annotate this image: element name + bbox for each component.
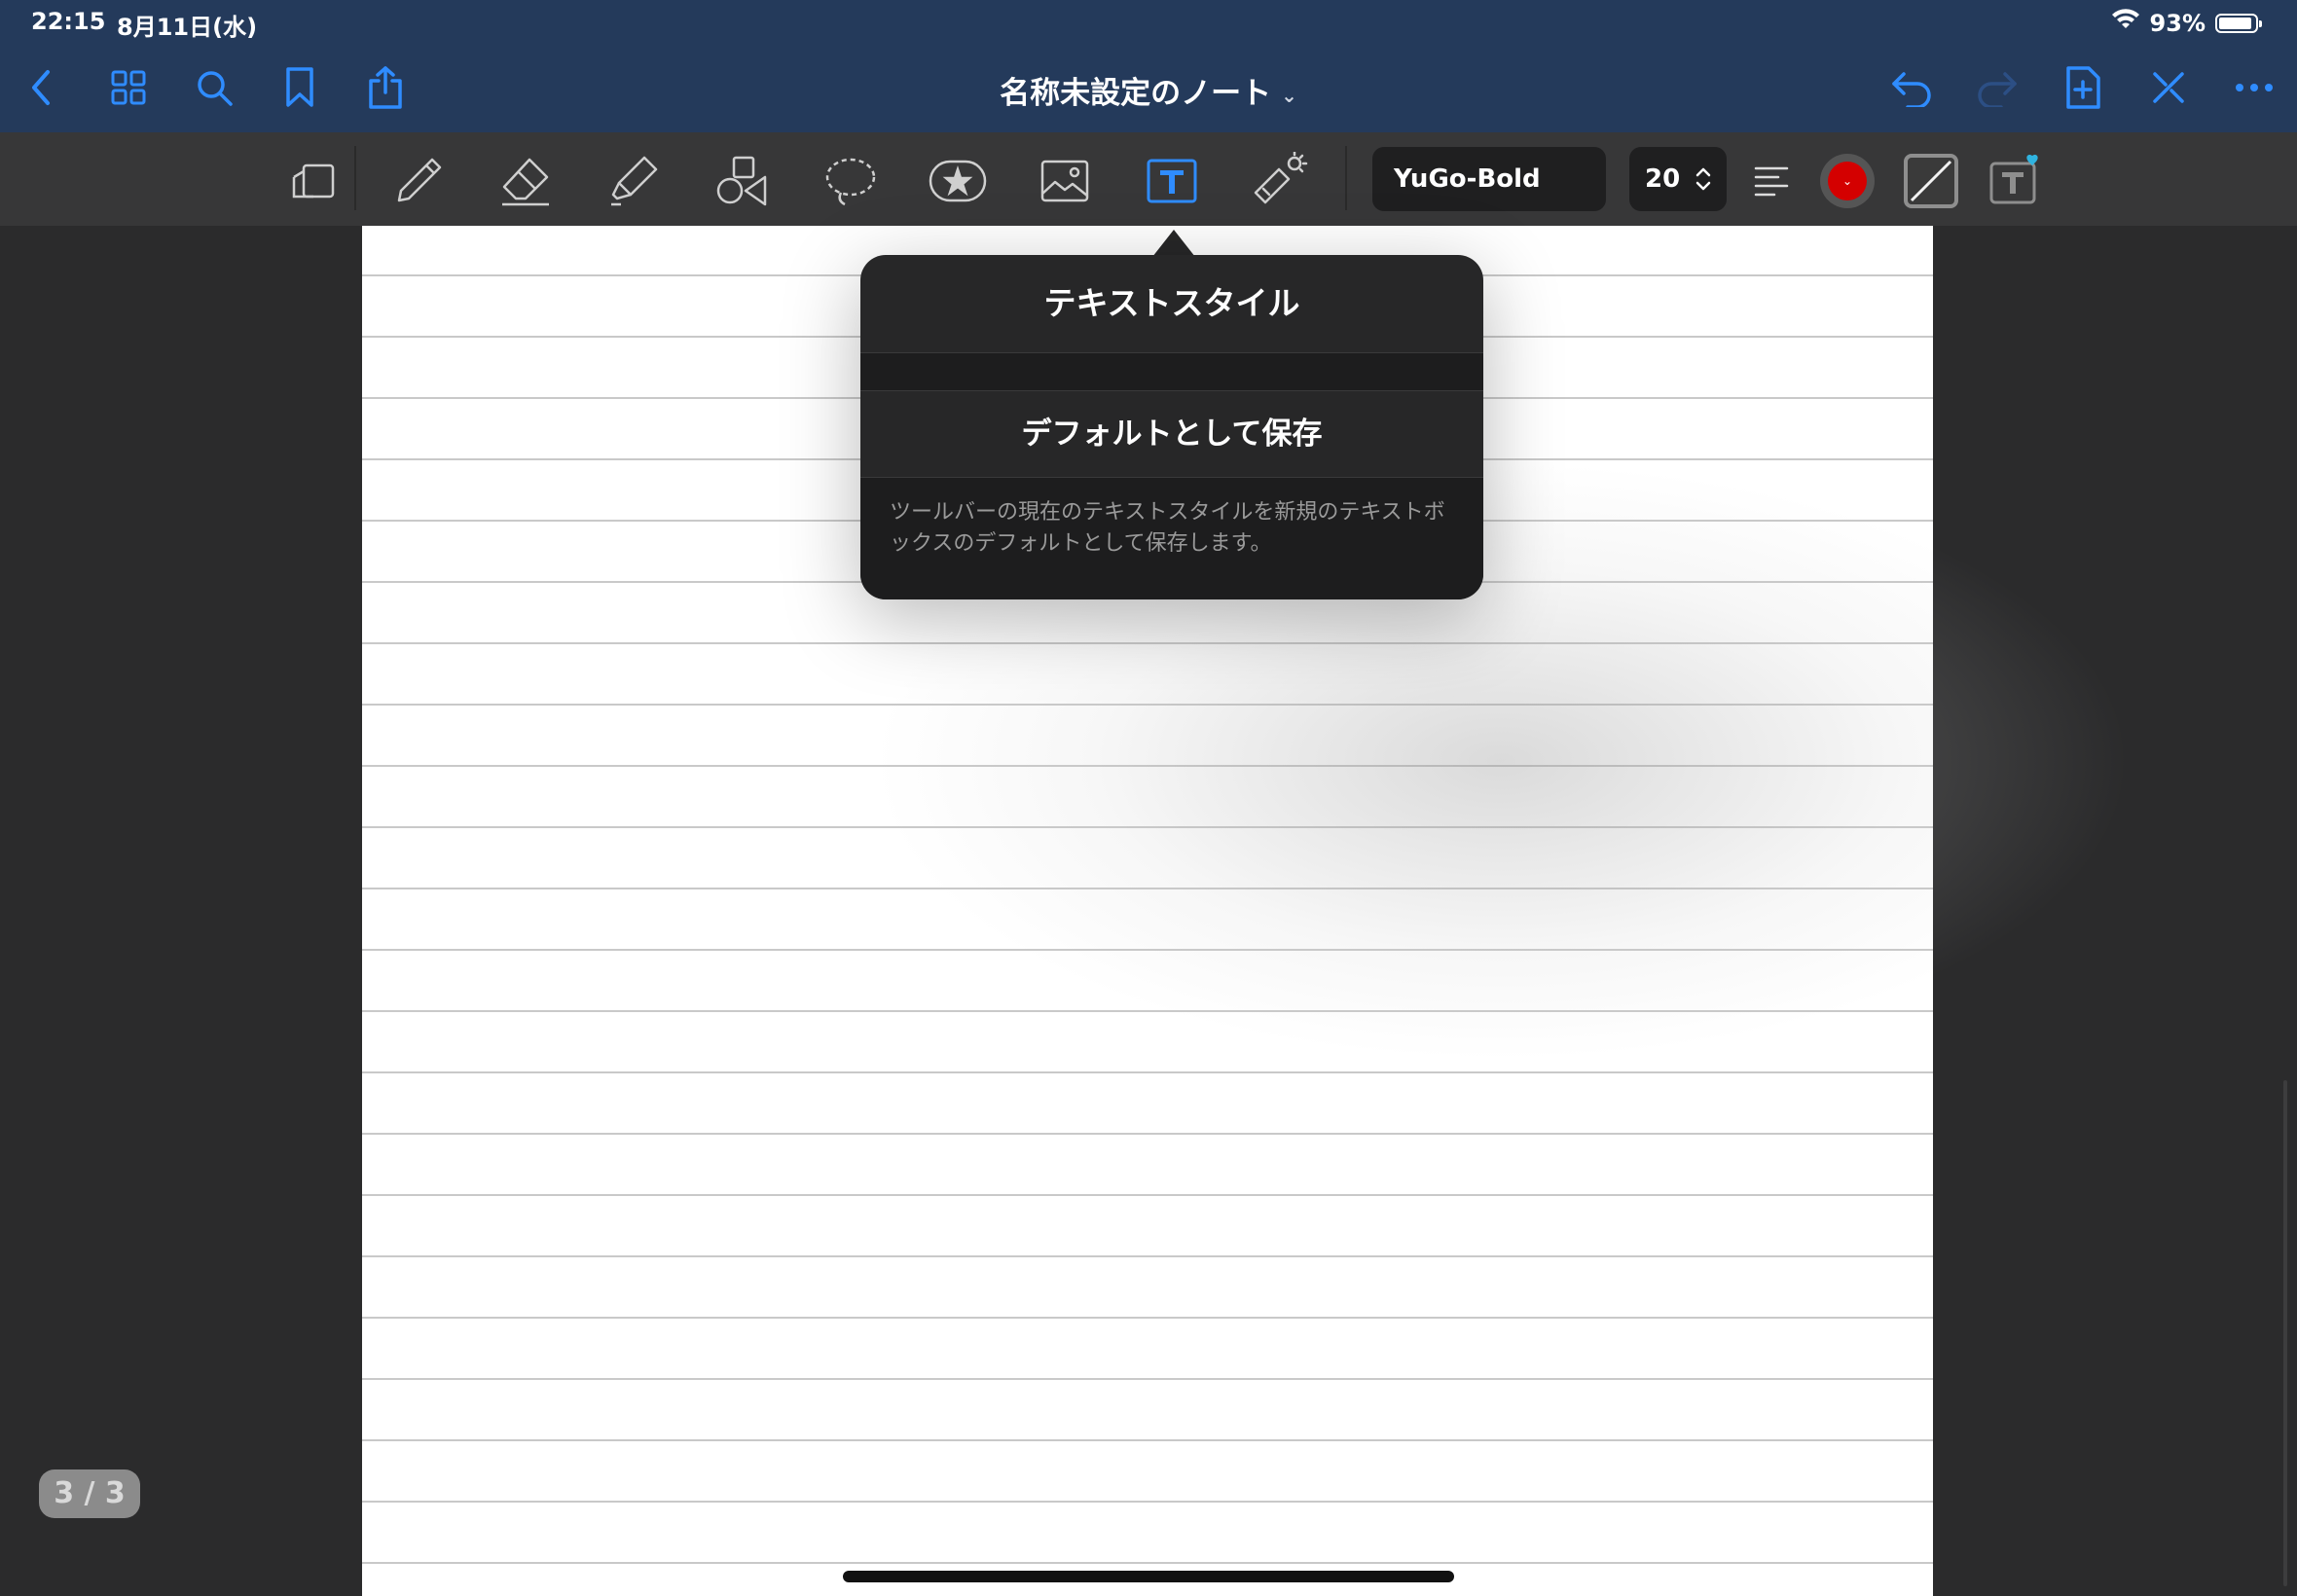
- toolbar-divider: [1345, 146, 1347, 210]
- eraser-icon[interactable]: [494, 150, 557, 212]
- chevron-down-icon: ⌄: [1281, 83, 1297, 107]
- add-page-icon[interactable]: [2060, 64, 2106, 111]
- scan-icon[interactable]: [282, 150, 345, 212]
- undo-icon[interactable]: [1888, 64, 1935, 111]
- close-tools-icon[interactable]: [2145, 64, 2192, 111]
- battery-percent: 93%: [2149, 10, 2206, 37]
- save-as-default-button[interactable]: デフォルトとして保存: [860, 391, 1483, 478]
- battery-icon: [2215, 14, 2262, 33]
- color-icon[interactable]: ⌄: [1820, 154, 1875, 208]
- popover-title: テキストスタイル: [1043, 284, 1300, 322]
- popover-description: ツールバーの現在のテキストスタイルを新規のテキストボックスのデフォルトとして保存…: [860, 478, 1483, 599]
- popover-arrow: [1152, 230, 1195, 257]
- wifi-icon: [2111, 9, 2140, 38]
- popover-separator: [860, 352, 1483, 391]
- stepper-icon: [1695, 167, 1711, 191]
- font-selector[interactable]: YuGo-Bold: [1372, 147, 1606, 211]
- scrollbar[interactable]: [2283, 1080, 2287, 1586]
- status-date: 8月11日(水): [117, 14, 258, 41]
- nav-bar: 名称未設定のノート ⌄: [0, 47, 2297, 132]
- highlighter-icon[interactable]: [602, 150, 664, 212]
- toolbar-divider: [354, 146, 356, 210]
- font-size-stepper[interactable]: 20: [1629, 147, 1727, 211]
- laser-pointer-icon[interactable]: [1248, 150, 1310, 212]
- text-tool-icon[interactable]: [1141, 150, 1203, 212]
- sticker-icon[interactable]: [927, 150, 989, 212]
- text-style-popover: テキストスタイル デフォルトとして保存 ツールバーの現在のテキストスタイルを新規…: [860, 255, 1483, 599]
- status-time: 22:15: [31, 8, 106, 35]
- text-style-favorite-icon[interactable]: [1982, 150, 2044, 212]
- shapes-icon[interactable]: [711, 150, 773, 212]
- page-counter: 3 / 3: [39, 1469, 140, 1518]
- pen-icon[interactable]: [387, 150, 450, 212]
- status-bar: 22:15 8月11日(水) 93%: [0, 0, 2297, 47]
- redo-icon[interactable]: [1974, 64, 2021, 111]
- tool-bar: YuGo-Bold 20 ⌄: [0, 132, 2297, 226]
- align-icon[interactable]: [1740, 150, 1803, 212]
- font-size-value: 20: [1645, 164, 1681, 194]
- text-color-swatch: ⌄: [1828, 162, 1867, 200]
- status-right: 93%: [2111, 8, 2262, 39]
- note-title[interactable]: 名称未設定のノート ⌄: [0, 68, 2297, 112]
- note-title-text: 名称未設定のノート: [1000, 76, 1272, 111]
- home-indicator[interactable]: [843, 1571, 1454, 1582]
- lasso-icon[interactable]: [820, 150, 882, 212]
- more-icon[interactable]: [2231, 64, 2278, 111]
- image-icon[interactable]: [1034, 150, 1096, 212]
- border-color-icon[interactable]: [1904, 154, 1958, 208]
